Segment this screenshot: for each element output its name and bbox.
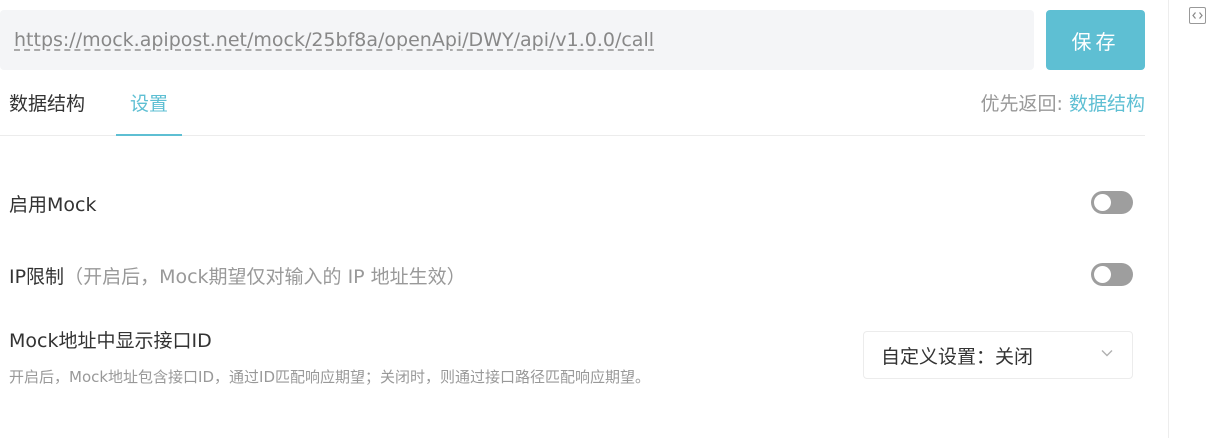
chevron-down-icon xyxy=(1101,350,1113,357)
toggle-knob xyxy=(1094,266,1111,283)
ip-limit-row-label: IP限制（开启后，Mock期望仅对输入的 IP 地址生效） xyxy=(9,262,466,289)
enable-mock-label: 启用Mock xyxy=(9,194,97,216)
save-button[interactable]: 保存 xyxy=(1046,10,1145,70)
select-value: 自定义设置：关闭 xyxy=(881,345,1034,368)
tab-data-structure[interactable]: 数据结构 xyxy=(9,76,85,136)
side-divider xyxy=(1168,0,1169,438)
mock-url-id-label: Mock地址中显示接口ID xyxy=(9,330,212,352)
mock-url-text[interactable]: https://mock.apipost.net/mock/25bf8a/ope… xyxy=(14,29,654,51)
mock-url-id-description: 开启后，Mock地址包含接口ID，通过ID匹配响应期望；关闭时，则通过接口路径匹… xyxy=(9,368,651,386)
tab-settings[interactable]: 设置 xyxy=(116,76,182,136)
ip-limit-hint: （开启后，Mock期望仅对输入的 IP 地址生效） xyxy=(64,266,466,288)
code-icon[interactable] xyxy=(1189,7,1206,24)
priority-label: 优先返回: xyxy=(980,93,1063,115)
enable-mock-toggle[interactable] xyxy=(1091,191,1133,214)
mock-url-field[interactable]: https://mock.apipost.net/mock/25bf8a/ope… xyxy=(0,10,1034,70)
code-icon-glyph xyxy=(1192,12,1203,19)
priority-return: 优先返回: 数据结构 xyxy=(981,76,1145,136)
toggle-knob xyxy=(1094,194,1111,211)
mock-settings-panel: https://mock.apipost.net/mock/25bf8a/ope… xyxy=(0,0,1227,438)
ip-limit-label: IP限制 xyxy=(9,266,65,288)
tab-bar: 数据结构 设置 优先返回: 数据结构 xyxy=(0,76,1145,136)
mock-url-id-select[interactable]: 自定义设置：关闭 xyxy=(863,331,1133,379)
priority-value-link[interactable]: 数据结构 xyxy=(1069,93,1145,115)
ip-limit-toggle[interactable] xyxy=(1091,263,1133,286)
